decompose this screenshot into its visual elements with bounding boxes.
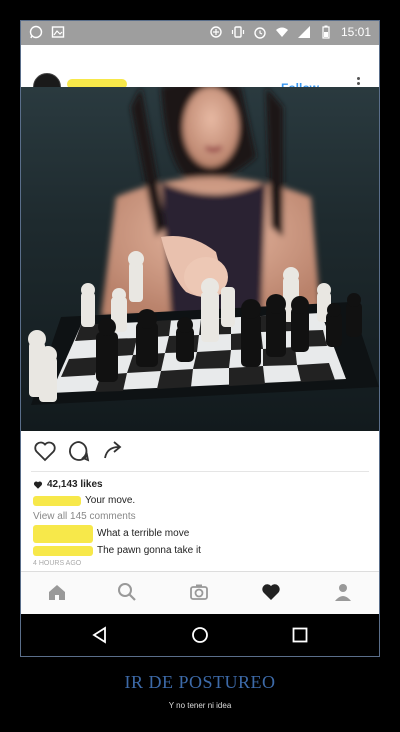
home-button-icon[interactable] — [191, 626, 209, 644]
signal-icon — [297, 26, 310, 38]
activity-heart-icon[interactable] — [261, 582, 281, 602]
recents-icon[interactable] — [291, 626, 309, 644]
bottom-tab-bar — [21, 571, 379, 614]
back-icon[interactable] — [91, 626, 109, 644]
view-all-comments-link[interactable]: View all 145 comments — [33, 509, 369, 525]
phone-screenshot-frame: 15:01 Follow — [20, 20, 380, 657]
comment-username-redacted[interactable] — [33, 525, 93, 543]
whatsapp-icon — [29, 25, 43, 39]
comment-text: What a terrible move — [97, 528, 190, 539]
meme-title: IR DE POSTUREO — [124, 672, 276, 692]
comment-item: What a terrible move — [33, 525, 369, 543]
data-saver-icon — [210, 26, 222, 38]
battery-icon — [322, 25, 330, 39]
comment-text: The pawn gonna take it — [97, 545, 201, 556]
comment-username-redacted[interactable] — [33, 546, 93, 556]
heart-icon[interactable] — [33, 439, 57, 463]
profile-icon[interactable] — [333, 582, 353, 602]
status-bar: 15:01 — [21, 21, 379, 45]
post-time-ago: 4 HOURS AGO — [33, 560, 82, 567]
status-time: 15:01 — [340, 25, 371, 39]
post-info: 42,143 likes Your move. View all 145 com… — [33, 477, 369, 568]
likes-count[interactable]: 42,143 likes — [33, 477, 369, 493]
comment-icon[interactable] — [67, 439, 91, 463]
divider — [31, 471, 369, 472]
caption-text: Your move. — [85, 495, 136, 506]
post-photo[interactable] — [21, 87, 379, 431]
wifi-icon — [275, 27, 288, 37]
heart-filled-icon — [33, 481, 43, 489]
comment-item: The pawn gonna take it — [33, 543, 369, 559]
android-nav-bar — [21, 614, 379, 656]
home-icon[interactable] — [47, 582, 67, 602]
post-caption: Your move. — [33, 493, 369, 509]
search-icon[interactable] — [117, 582, 137, 602]
vibrate-icon — [231, 26, 245, 38]
likes-text: 42,143 likes — [47, 479, 103, 490]
post-actions — [21, 431, 379, 471]
gallery-icon — [51, 26, 65, 38]
share-icon[interactable] — [101, 439, 125, 463]
alarm-icon — [254, 27, 266, 39]
meme-subtitle: Y no tener ni idea — [168, 701, 232, 710]
camera-icon[interactable] — [189, 582, 209, 602]
caption-username-redacted[interactable] — [33, 496, 81, 506]
chess-photo-illustration — [28, 87, 379, 405]
